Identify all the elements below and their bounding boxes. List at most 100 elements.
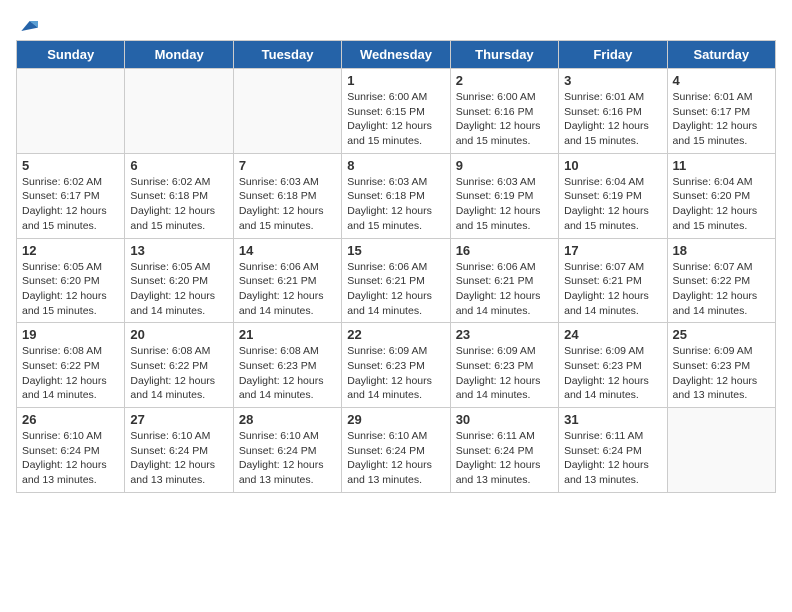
calendar-cell: 18 Sunrise: 6:07 AM Sunset: 6:22 PM Dayli… [667, 238, 775, 323]
day-info: Sunrise: 6:02 AM Sunset: 6:17 PM Dayligh… [22, 175, 119, 234]
day-number: 24 [564, 327, 661, 342]
calendar-week-4: 19 Sunrise: 6:08 AM Sunset: 6:22 PM Dayli… [17, 323, 776, 408]
weekday-header-friday: Friday [559, 41, 667, 69]
day-number: 8 [347, 158, 444, 173]
calendar-week-5: 26 Sunrise: 6:10 AM Sunset: 6:24 PM Dayli… [17, 408, 776, 493]
weekday-header-thursday: Thursday [450, 41, 558, 69]
day-number: 31 [564, 412, 661, 427]
calendar-cell: 2 Sunrise: 6:00 AM Sunset: 6:16 PM Daylig… [450, 69, 558, 154]
day-info: Sunrise: 6:00 AM Sunset: 6:16 PM Dayligh… [456, 90, 553, 149]
day-info: Sunrise: 6:11 AM Sunset: 6:24 PM Dayligh… [456, 429, 553, 488]
day-info: Sunrise: 6:08 AM Sunset: 6:23 PM Dayligh… [239, 344, 336, 403]
day-number: 1 [347, 73, 444, 88]
weekday-header-wednesday: Wednesday [342, 41, 450, 69]
day-number: 5 [22, 158, 119, 173]
calendar-cell: 20 Sunrise: 6:08 AM Sunset: 6:22 PM Dayli… [125, 323, 233, 408]
calendar-cell: 4 Sunrise: 6:01 AM Sunset: 6:17 PM Daylig… [667, 69, 775, 154]
page-header [16, 16, 776, 32]
day-info: Sunrise: 6:06 AM Sunset: 6:21 PM Dayligh… [456, 260, 553, 319]
day-number: 30 [456, 412, 553, 427]
day-info: Sunrise: 6:01 AM Sunset: 6:16 PM Dayligh… [564, 90, 661, 149]
weekday-header-monday: Monday [125, 41, 233, 69]
calendar-week-1: 1 Sunrise: 6:00 AM Sunset: 6:15 PM Daylig… [17, 69, 776, 154]
day-number: 15 [347, 243, 444, 258]
day-info: Sunrise: 6:08 AM Sunset: 6:22 PM Dayligh… [130, 344, 227, 403]
day-info: Sunrise: 6:03 AM Sunset: 6:18 PM Dayligh… [239, 175, 336, 234]
calendar-cell: 21 Sunrise: 6:08 AM Sunset: 6:23 PM Dayli… [233, 323, 341, 408]
calendar-week-3: 12 Sunrise: 6:05 AM Sunset: 6:20 PM Dayli… [17, 238, 776, 323]
day-info: Sunrise: 6:03 AM Sunset: 6:18 PM Dayligh… [347, 175, 444, 234]
day-number: 23 [456, 327, 553, 342]
day-number: 13 [130, 243, 227, 258]
day-info: Sunrise: 6:11 AM Sunset: 6:24 PM Dayligh… [564, 429, 661, 488]
day-info: Sunrise: 6:05 AM Sunset: 6:20 PM Dayligh… [130, 260, 227, 319]
calendar-cell [233, 69, 341, 154]
calendar-cell: 29 Sunrise: 6:10 AM Sunset: 6:24 PM Dayli… [342, 408, 450, 493]
calendar-cell: 5 Sunrise: 6:02 AM Sunset: 6:17 PM Daylig… [17, 153, 125, 238]
day-info: Sunrise: 6:05 AM Sunset: 6:20 PM Dayligh… [22, 260, 119, 319]
day-number: 29 [347, 412, 444, 427]
day-info: Sunrise: 6:04 AM Sunset: 6:19 PM Dayligh… [564, 175, 661, 234]
calendar-cell: 3 Sunrise: 6:01 AM Sunset: 6:16 PM Daylig… [559, 69, 667, 154]
day-number: 11 [673, 158, 770, 173]
calendar-table: SundayMondayTuesdayWednesdayThursdayFrid… [16, 40, 776, 493]
calendar-cell: 31 Sunrise: 6:11 AM Sunset: 6:24 PM Dayli… [559, 408, 667, 493]
day-info: Sunrise: 6:10 AM Sunset: 6:24 PM Dayligh… [130, 429, 227, 488]
calendar-cell: 8 Sunrise: 6:03 AM Sunset: 6:18 PM Daylig… [342, 153, 450, 238]
calendar-cell: 16 Sunrise: 6:06 AM Sunset: 6:21 PM Dayli… [450, 238, 558, 323]
day-number: 2 [456, 73, 553, 88]
calendar-cell: 19Sunrise: 6:08 AM Sunset: 6:22 PM Dayli… [17, 323, 125, 408]
calendar-cell: 15 Sunrise: 6:06 AM Sunset: 6:21 PM Dayli… [342, 238, 450, 323]
calendar-cell: 26Sunrise: 6:10 AM Sunset: 6:24 PM Dayli… [17, 408, 125, 493]
calendar-header: SundayMondayTuesdayWednesdayThursdayFrid… [17, 41, 776, 69]
calendar-cell: 22 Sunrise: 6:09 AM Sunset: 6:23 PM Dayli… [342, 323, 450, 408]
calendar-cell: 12 Sunrise: 6:05 AM Sunset: 6:20 PM Dayli… [17, 238, 125, 323]
day-number: 10 [564, 158, 661, 173]
day-number: 20 [130, 327, 227, 342]
day-number: 19 [22, 327, 119, 342]
day-info: Sunrise: 6:07 AM Sunset: 6:21 PM Dayligh… [564, 260, 661, 319]
calendar-cell: 11 Sunrise: 6:04 AM Sunset: 6:20 PM Dayli… [667, 153, 775, 238]
calendar-cell [125, 69, 233, 154]
day-info: Sunrise: 6:02 AM Sunset: 6:18 PM Dayligh… [130, 175, 227, 234]
day-number: 26 [22, 412, 119, 427]
calendar-cell: 28Sunrise: 6:10 AM Sunset: 6:24 PM Dayli… [233, 408, 341, 493]
day-number: 16 [456, 243, 553, 258]
day-number: 9 [456, 158, 553, 173]
calendar-cell: 1 Sunrise: 6:00 AM Sunset: 6:15 PM Daylig… [342, 69, 450, 154]
day-number: 14 [239, 243, 336, 258]
day-number: 4 [673, 73, 770, 88]
day-info: Sunrise: 6:06 AM Sunset: 6:21 PM Dayligh… [347, 260, 444, 319]
calendar-cell: 24 Sunrise: 6:09 AM Sunset: 6:23 PM Dayli… [559, 323, 667, 408]
day-number: 21 [239, 327, 336, 342]
calendar-cell: 27Sunrise: 6:10 AM Sunset: 6:24 PM Dayli… [125, 408, 233, 493]
day-number: 12 [22, 243, 119, 258]
day-info: Sunrise: 6:04 AM Sunset: 6:20 PM Dayligh… [673, 175, 770, 234]
calendar-cell: 6Sunrise: 6:02 AM Sunset: 6:18 PM Daylig… [125, 153, 233, 238]
day-number: 3 [564, 73, 661, 88]
day-info: Sunrise: 6:07 AM Sunset: 6:22 PM Dayligh… [673, 260, 770, 319]
day-number: 18 [673, 243, 770, 258]
calendar-cell: 25Sunrise: 6:09 AM Sunset: 6:23 PM Dayli… [667, 323, 775, 408]
day-info: Sunrise: 6:09 AM Sunset: 6:23 PM Dayligh… [673, 344, 770, 403]
day-number: 22 [347, 327, 444, 342]
calendar-cell [667, 408, 775, 493]
weekday-header-sunday: Sunday [17, 41, 125, 69]
day-info: Sunrise: 6:09 AM Sunset: 6:23 PM Dayligh… [564, 344, 661, 403]
day-number: 28 [239, 412, 336, 427]
logo [16, 16, 38, 32]
day-info: Sunrise: 6:00 AM Sunset: 6:15 PM Dayligh… [347, 90, 444, 149]
calendar-cell: 17 Sunrise: 6:07 AM Sunset: 6:21 PM Dayli… [559, 238, 667, 323]
day-number: 7 [239, 158, 336, 173]
day-info: Sunrise: 6:10 AM Sunset: 6:24 PM Dayligh… [347, 429, 444, 488]
calendar-cell [17, 69, 125, 154]
day-number: 17 [564, 243, 661, 258]
calendar-cell: 23Sunrise: 6:09 AM Sunset: 6:23 PM Dayli… [450, 323, 558, 408]
day-info: Sunrise: 6:06 AM Sunset: 6:21 PM Dayligh… [239, 260, 336, 319]
calendar-cell: 13 Sunrise: 6:05 AM Sunset: 6:20 PM Dayli… [125, 238, 233, 323]
day-info: Sunrise: 6:09 AM Sunset: 6:23 PM Dayligh… [347, 344, 444, 403]
weekday-header-saturday: Saturday [667, 41, 775, 69]
calendar-cell: 30 Sunrise: 6:11 AM Sunset: 6:24 PM Dayli… [450, 408, 558, 493]
calendar-week-2: 5 Sunrise: 6:02 AM Sunset: 6:17 PM Daylig… [17, 153, 776, 238]
day-info: Sunrise: 6:01 AM Sunset: 6:17 PM Dayligh… [673, 90, 770, 149]
